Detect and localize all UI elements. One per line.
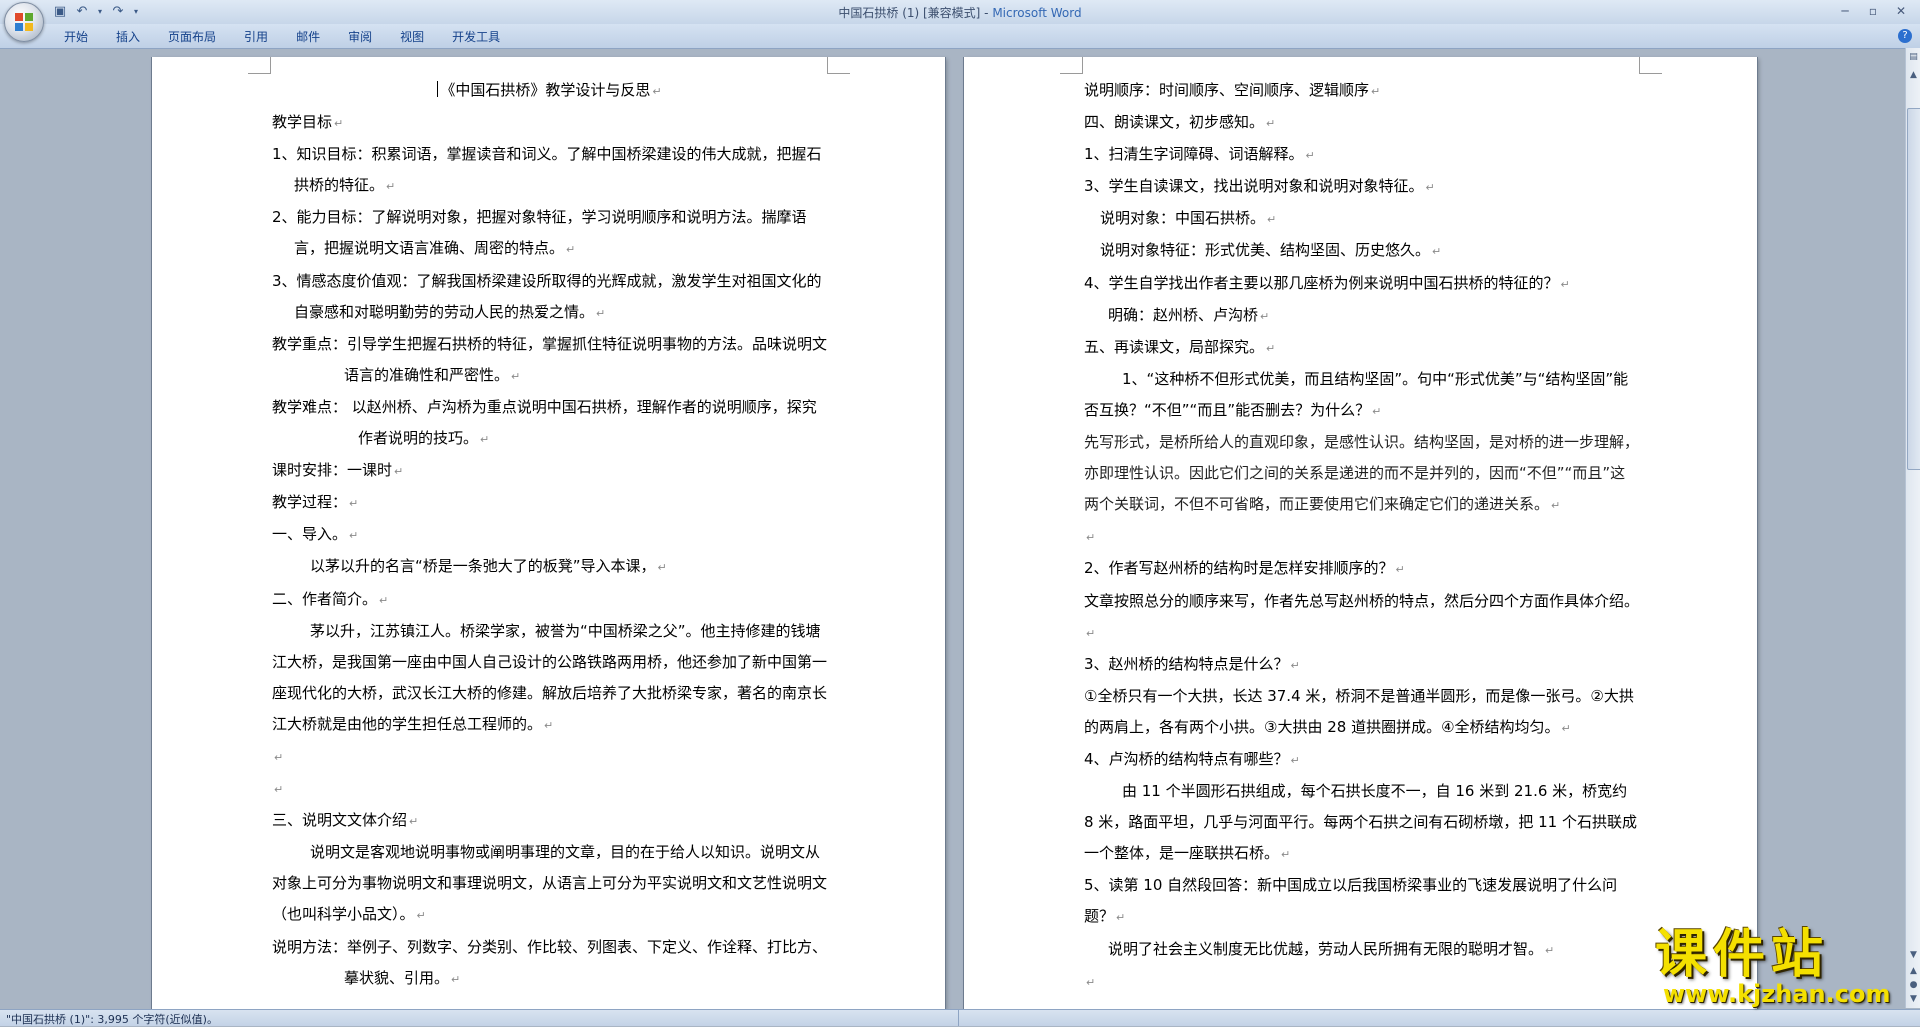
status-divider: [958, 1010, 959, 1026]
ribbon-tab[interactable]: 开始: [50, 29, 102, 45]
doc-paragraph: 教学过程： ↵: [272, 493, 359, 512]
margin-mark-top-left: [1060, 57, 1083, 74]
doc-empty-paragraph: ↵: [274, 750, 284, 764]
doc-empty-paragraph: ↵: [274, 783, 284, 797]
doc-paragraph: 文章按照总分的顺序来写，作者先总写赵州桥的特点，然后分四个方面作具体介绍。↵: [1084, 591, 1640, 640]
doc-paragraph: 说明顺序：时间顺序、空间顺序、逻辑顺序 ↵: [1084, 81, 1381, 99]
doc-paragraph: 2、作者写赵州桥的结构时是怎样安排顺序的？ ↵: [1084, 559, 1405, 578]
scroll-up-icon[interactable]: ▲: [1907, 68, 1920, 82]
help-icon[interactable]: ?: [1898, 29, 1912, 43]
window-controls: ─ ▫ ✕: [1832, 2, 1914, 20]
doc-paragraph: 4、学生自学找出作者主要以那几座桥为例来说明中国石拱桥的特征的？ ↵: [1084, 273, 1570, 292]
doc-paragraph: 明确：赵州桥、卢沟桥 ↵: [1108, 305, 1270, 324]
doc-paragraph: 说明对象特征：形式优美、结构坚固、历史悠久。 ↵: [1100, 241, 1442, 260]
doc-paragraph: 4、卢沟桥的结构特点有哪些？ ↵: [1084, 749, 1300, 768]
doc-paragraph: 教学难点： 以赵州桥、卢沟桥为重点说明中国石拱桥，理解作者的说明顺序，探究作者说…: [272, 397, 817, 448]
doc-paragraph: ①全桥只有一个大拱，长达 37.4 米，桥洞不是普通半圆形，而是像一张弓。②大拱…: [1084, 686, 1634, 736]
doc-paragraph: 由 11 个半圆形石拱组成，每个石拱长度不一，自 16 米到 21.6 米，桥宽…: [1084, 782, 1637, 863]
maximize-icon[interactable]: ▫: [1860, 2, 1886, 20]
doc-paragraph: 说明文是客观地说明事物或阐明事理的文章，目的在于给人以知识。说明文从对象上可分为…: [272, 843, 828, 924]
ribbon-tabs: 开始 插入 页面布局 引用 邮件 审阅 视图 开发工具: [50, 29, 514, 45]
previous-page-icon[interactable]: ▲: [1907, 964, 1920, 978]
window-title-document: 中国石拱桥 (1) [兼容模式] -: [838, 6, 993, 20]
office-logo-icon: [15, 13, 33, 31]
doc-paragraph: 四、朗读课文，初步感知。 ↵: [1084, 113, 1276, 132]
doc-paragraph: 3、学生自读课文，找出说明对象和说明对象特征。 ↵: [1084, 177, 1435, 196]
doc-paragraph: 1、扫清生字词障碍、词语解释。 ↵: [1084, 145, 1315, 164]
doc-paragraph: 教学目标 ↵: [272, 113, 344, 132]
doc-paragraph: 3、赵州桥的结构特点是什么？ ↵: [1084, 654, 1300, 673]
watermark-brand: 课件站: [1655, 925, 1830, 985]
doc-paragraph: 以茅以升的名言“桥是一条弛大了的板凳”导入本课， ↵: [310, 557, 667, 576]
ribbon-tab[interactable]: 引用: [230, 29, 282, 45]
doc-paragraph: 2、能力目标：了解说明对象，把握对象特征，学习说明顺序和说明方法。揣摩语言，把握…: [272, 208, 807, 258]
text-cursor: [437, 81, 439, 97]
customize-qat-icon[interactable]: ▾: [132, 4, 140, 20]
watermark-url: www.kjzhan.com: [1663, 980, 1891, 1008]
redo-icon[interactable]: ↷: [110, 4, 126, 20]
doc-paragraph: 先写形式，是桥所给人的直观印象，是感性认识。结构坚固，是对桥的进一步理解，亦即理…: [1084, 433, 1640, 514]
doc-paragraph: 1、“这种桥不但形式优美，而且结构坚固”。句中“形式优美”与“结构坚固”能否互换…: [1084, 369, 1629, 419]
doc-paragraph: 二、作者简介。 ↵: [272, 589, 389, 608]
doc-empty-paragraph: ↵: [1086, 531, 1096, 545]
ribbon-tab[interactable]: 开发工具: [438, 29, 514, 45]
ribbon-tab[interactable]: 页面布局: [154, 29, 230, 45]
right-page-text[interactable]: 说明顺序：时间顺序、空间顺序、逻辑顺序 ↵ 四、朗读课文，初步感知。 ↵ 1、扫清生…: [1084, 75, 1639, 998]
margin-mark-top-right: [1639, 57, 1662, 74]
doc-paragraph: 三、说明文文体介绍 ↵: [272, 811, 419, 830]
doc-paragraph: 1、知识目标：积累词语，掌握读音和词义。了解中国桥梁建设的伟大成就，把握石拱桥的…: [272, 145, 822, 195]
site-watermark: 课件站 www.kjzhan.com: [1655, 927, 1895, 1009]
scroll-thumb[interactable]: [1907, 108, 1920, 470]
doc-paragraph: 一、导入。 ↵: [272, 525, 359, 544]
title-bar: ▣ ↶ ▾ ↷ ▾ 中国石拱桥 (1) [兼容模式] - Microsoft W…: [0, 0, 1920, 42]
doc-paragraph: 说明了社会主义制度无比优越，劳动人民所拥有无限的聪明才智。 ↵: [1108, 939, 1555, 958]
ribbon-tab[interactable]: 插入: [102, 29, 154, 45]
ribbon-tab-bar: 开始 插入 页面布局 引用 邮件 审阅 视图 开发工具 ?: [0, 24, 1920, 49]
quick-access-toolbar: ▣ ↶ ▾ ↷ ▾: [52, 3, 140, 21]
doc-title: 《中国石拱桥》教学设计与反思 ↵: [272, 75, 827, 107]
ribbon-tab[interactable]: 审阅: [334, 29, 386, 45]
doc-paragraph: 说明对象：中国石拱桥。 ↵: [1100, 209, 1277, 228]
ribbon-tab[interactable]: 邮件: [282, 29, 334, 45]
next-page-icon[interactable]: ▼: [1907, 992, 1920, 1006]
ruler-toggle-icon[interactable]: ▤: [1907, 50, 1920, 64]
doc-paragraph: 课时安排：一课时 ↵: [272, 461, 404, 480]
save-icon[interactable]: ▣: [52, 4, 68, 20]
doc-paragraph: 五、再读课文，局部探究。 ↵: [1084, 337, 1276, 356]
scroll-down-icon[interactable]: ▼: [1907, 948, 1920, 962]
select-browse-object-icon[interactable]: ●: [1907, 978, 1920, 992]
status-bar: "中国石拱桥 (1)": 3,995 个字符(近似值)。: [0, 1009, 1920, 1026]
ribbon-tab[interactable]: 视图: [386, 29, 438, 45]
doc-paragraph: 教学重点：引导学生把握石拱桥的特征，掌握抓住特征说明事物的方法。品味说明文语言的…: [272, 334, 828, 384]
document-page-left[interactable]: 《中国石拱桥》教学设计与反思 ↵ 教学目标 ↵ 1、知识目标：积累词语，掌握读音和词…: [152, 57, 945, 1009]
close-icon[interactable]: ✕: [1888, 2, 1914, 20]
doc-paragraph: 3、情感态度价值观：了解我国桥梁建设所取得的光辉成就，激发学生对祖国文化的自豪感…: [272, 271, 822, 321]
left-page-text[interactable]: 《中国石拱桥》教学设计与反思 ↵ 教学目标 ↵ 1、知识目标：积累词语，掌握读音和词…: [272, 75, 827, 995]
minimize-icon[interactable]: ─: [1832, 2, 1858, 20]
doc-paragraph: 茅以升，江苏镇江人。桥梁学家，被誉为“中国桥梁之父”。他主持修建的钱塘江大桥，是…: [272, 621, 828, 733]
margin-mark-top-left: [248, 57, 271, 74]
doc-empty-paragraph: ↵: [1086, 975, 1096, 989]
doc-paragraph: 说明方法：举例子、列数字、分类别、作比较、列图表、下定义、作诠释、打比方、摹状貌…: [272, 937, 828, 987]
undo-dropdown-icon[interactable]: ▾: [96, 4, 104, 20]
vertical-scrollbar[interactable]: ▤ ▲ ▼ ▲ ● ▼: [1905, 48, 1920, 1008]
doc-paragraph: 5、读第 10 自然段回答：新中国成立以后我国桥梁事业的飞速发展说明了什么问题？…: [1084, 876, 1618, 926]
office-button[interactable]: [4, 2, 44, 42]
window-title-app: Microsoft Word: [992, 6, 1082, 20]
margin-mark-top-right: [827, 57, 850, 74]
document-page-right[interactable]: 说明顺序：时间顺序、空间顺序、逻辑顺序 ↵ 四、朗读课文，初步感知。 ↵ 1、扫清生…: [964, 57, 1757, 1009]
window-title: 中国石拱桥 (1) [兼容模式] - Microsoft Word: [0, 4, 1920, 21]
undo-icon[interactable]: ↶: [74, 4, 90, 20]
